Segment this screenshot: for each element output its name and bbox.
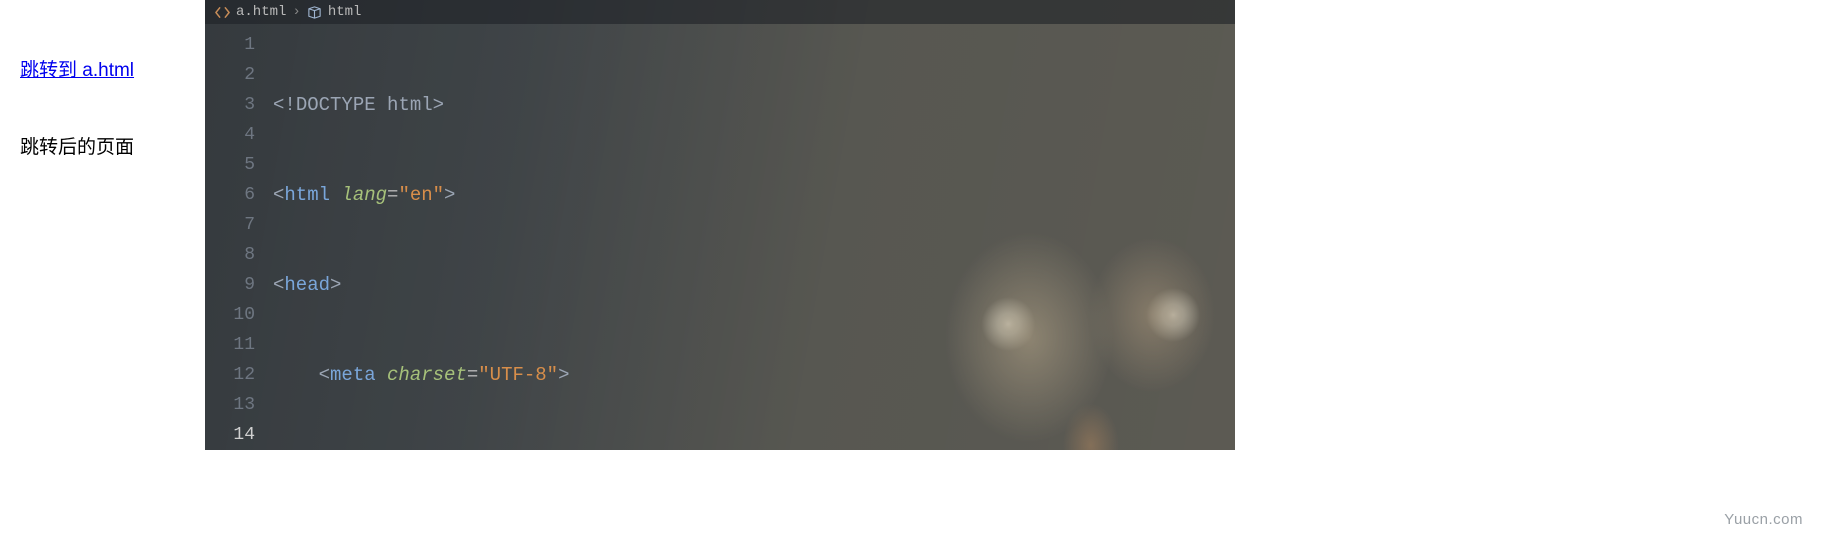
preview-subtitle: 跳转后的页面 [20,132,190,159]
code-line[interactable]: <meta charset="UTF-8"> [273,360,1117,390]
code-area[interactable]: 1 2 3 4 5 6 7 8 9 10 11 12 13 14 <!DOCTY… [205,24,1235,450]
code-line[interactable]: <html lang="en"> [273,180,1117,210]
brackets-icon [307,5,322,20]
line-number: 7 [205,210,255,240]
line-number: 6 [205,180,255,210]
code-line[interactable]: <!DOCTYPE html> [273,90,1117,120]
line-number: 14 [205,420,255,450]
jump-link[interactable]: 跳转到 a.html [20,60,134,81]
breadcrumb-separator: › [292,4,300,20]
line-number: 11 [205,330,255,360]
breadcrumb-symbol[interactable]: html [328,4,362,20]
code-line[interactable]: <head> [273,270,1117,300]
line-number: 4 [205,120,255,150]
line-number: 1 [205,30,255,60]
line-number: 8 [205,240,255,270]
line-number: 13 [205,390,255,420]
line-number: 12 [205,360,255,390]
line-number: 3 [205,90,255,120]
watermark: Yuucn.com [1724,511,1803,528]
line-number: 10 [205,300,255,330]
preview-panel: 跳转到 a.html 跳转后的页面 [20,55,190,159]
line-number: 5 [205,150,255,180]
code-lines[interactable]: <!DOCTYPE html> <html lang="en"> <head> … [273,24,1117,450]
line-gutter: 1 2 3 4 5 6 7 8 9 10 11 12 13 14 [205,24,273,450]
line-number: 9 [205,270,255,300]
breadcrumb[interactable]: a.html › html [205,0,1235,24]
code-tag-icon [215,5,230,20]
line-number: 2 [205,60,255,90]
code-editor[interactable]: a.html › html 1 2 3 4 5 6 7 8 9 10 11 12… [205,0,1235,450]
breadcrumb-file[interactable]: a.html [236,4,286,20]
